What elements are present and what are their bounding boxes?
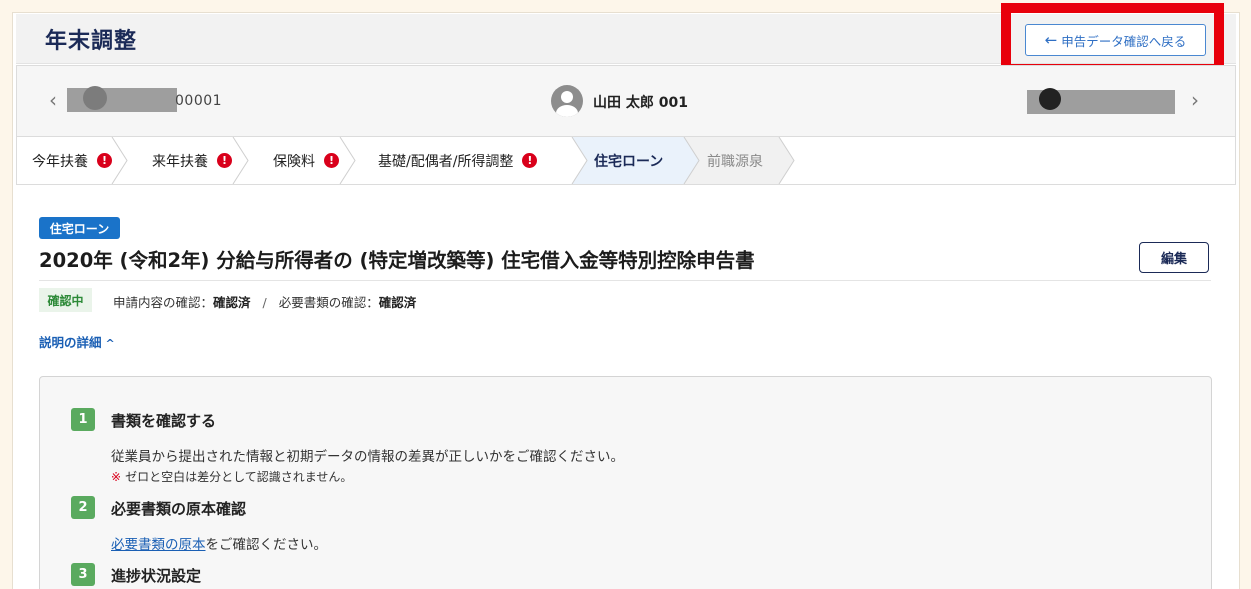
redacted-prev-avatar — [83, 86, 107, 110]
chevron-left-icon[interactable]: ‹ — [49, 88, 57, 112]
step-heading: 書類を確認する — [111, 412, 217, 430]
divider — [39, 280, 1211, 281]
instructions-panel: 1 書類を確認する 従業員から提出された情報と初期データの情報の差異が正しいかを… — [39, 376, 1212, 589]
status-badge: 確認中 — [39, 288, 92, 312]
category-badge: 住宅ローン — [39, 217, 120, 239]
note-mark: ※ — [111, 470, 122, 484]
step-heading: 必要書類の原本確認 — [111, 500, 247, 518]
redacted-next-avatar — [1039, 88, 1061, 110]
exclamation-circle-icon: ! — [97, 153, 112, 168]
employee-navigator: ‹ 00001 山田 太郎 001 › — [16, 65, 1236, 137]
status-summary: 申請内容の確認：確認済 / 必要書類の確認：確認済 — [113, 295, 417, 310]
tab-insurance[interactable]: 保険料 ! — [273, 137, 339, 184]
step-number: 3 — [71, 563, 95, 586]
step-number: 1 — [71, 408, 95, 431]
highlight-box — [1001, 3, 1224, 74]
current-employee-name: 山田 太郎 001 — [593, 95, 688, 111]
tab-basic-spouse-income[interactable]: 基礎/配偶者/所得調整 ! — [378, 137, 538, 184]
tab-current-year-dependents[interactable]: 今年扶養 ! — [32, 137, 112, 184]
step-note: ※ ゼロと空白は差分として認識されません。 — [111, 470, 353, 484]
step-tabs: 今年扶養 ! 来年扶養 ! 保険料 ! 基礎/配偶者/所得調整 ! 住宅ローン … — [16, 137, 1236, 185]
page-title: 年末調整 — [45, 29, 138, 54]
exclamation-circle-icon: ! — [324, 153, 339, 168]
prev-employee-code[interactable]: 00001 — [175, 93, 222, 109]
exclamation-circle-icon: ! — [522, 153, 538, 168]
user-avatar-icon — [551, 85, 583, 117]
chevron-up-icon: ^ — [105, 337, 115, 350]
required-documents-link[interactable]: 必要書類の原本 — [111, 537, 206, 553]
document-title: 2020年 (令和2年) 分給与所得者の (特定増改築等) 住宅借入金等特別控除… — [39, 249, 755, 272]
step-number: 2 — [71, 496, 95, 519]
step-heading: 進捗状況設定 — [111, 567, 202, 585]
step-description: 必要書類の原本をご確認ください。 — [111, 537, 327, 553]
tab-next-year-dependents[interactable]: 来年扶養 ! — [152, 137, 232, 184]
step-description: 従業員から提出された情報と初期データの情報の差異が正しいかをご確認ください。 — [111, 449, 624, 465]
exclamation-circle-icon: ! — [217, 153, 232, 168]
chevron-right-icon[interactable]: › — [1191, 88, 1199, 112]
tab-housing-loan[interactable]: 住宅ローン — [594, 137, 663, 184]
details-toggle-link[interactable]: 説明の詳細 ^ — [39, 332, 115, 351]
tab-previous-employer: 前職源泉 — [707, 153, 763, 170]
edit-button[interactable]: 編集 — [1139, 242, 1209, 273]
